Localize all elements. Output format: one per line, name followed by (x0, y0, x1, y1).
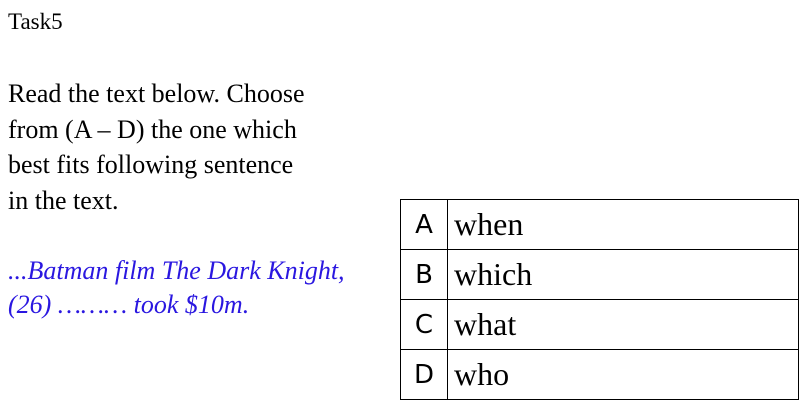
option-letter: D (400, 349, 448, 400)
option-row-c[interactable]: C what (400, 299, 799, 350)
option-letter: A (400, 199, 448, 250)
option-row-d[interactable]: D who (400, 349, 799, 400)
option-letter: B (400, 249, 448, 300)
option-text: which (447, 249, 799, 300)
option-row-b[interactable]: B which (400, 249, 799, 300)
option-text: who (447, 349, 799, 400)
text-excerpt: ...Batman film The Dark Knight, (26) ………… (8, 254, 345, 322)
option-text: what (447, 299, 799, 350)
option-text: when (447, 199, 799, 250)
options-table: A when B which C what D who (400, 199, 799, 400)
instructions-line: in the text. (8, 185, 119, 215)
instructions-line: Read the text below. Choose (8, 79, 305, 108)
instructions-line: from (A – D) the one which (8, 114, 297, 144)
task-title: Task5 (8, 9, 63, 34)
option-letter: C (400, 299, 448, 350)
instructions-paragraph: Read the text below. Choose from (A – D)… (8, 76, 388, 218)
excerpt-line: (26) ……… took $10m. (8, 290, 250, 319)
option-row-a[interactable]: A when (400, 199, 799, 250)
excerpt-line: ...Batman film The Dark Knight, (8, 256, 345, 285)
instructions-line: best fits following sentence (8, 150, 294, 179)
